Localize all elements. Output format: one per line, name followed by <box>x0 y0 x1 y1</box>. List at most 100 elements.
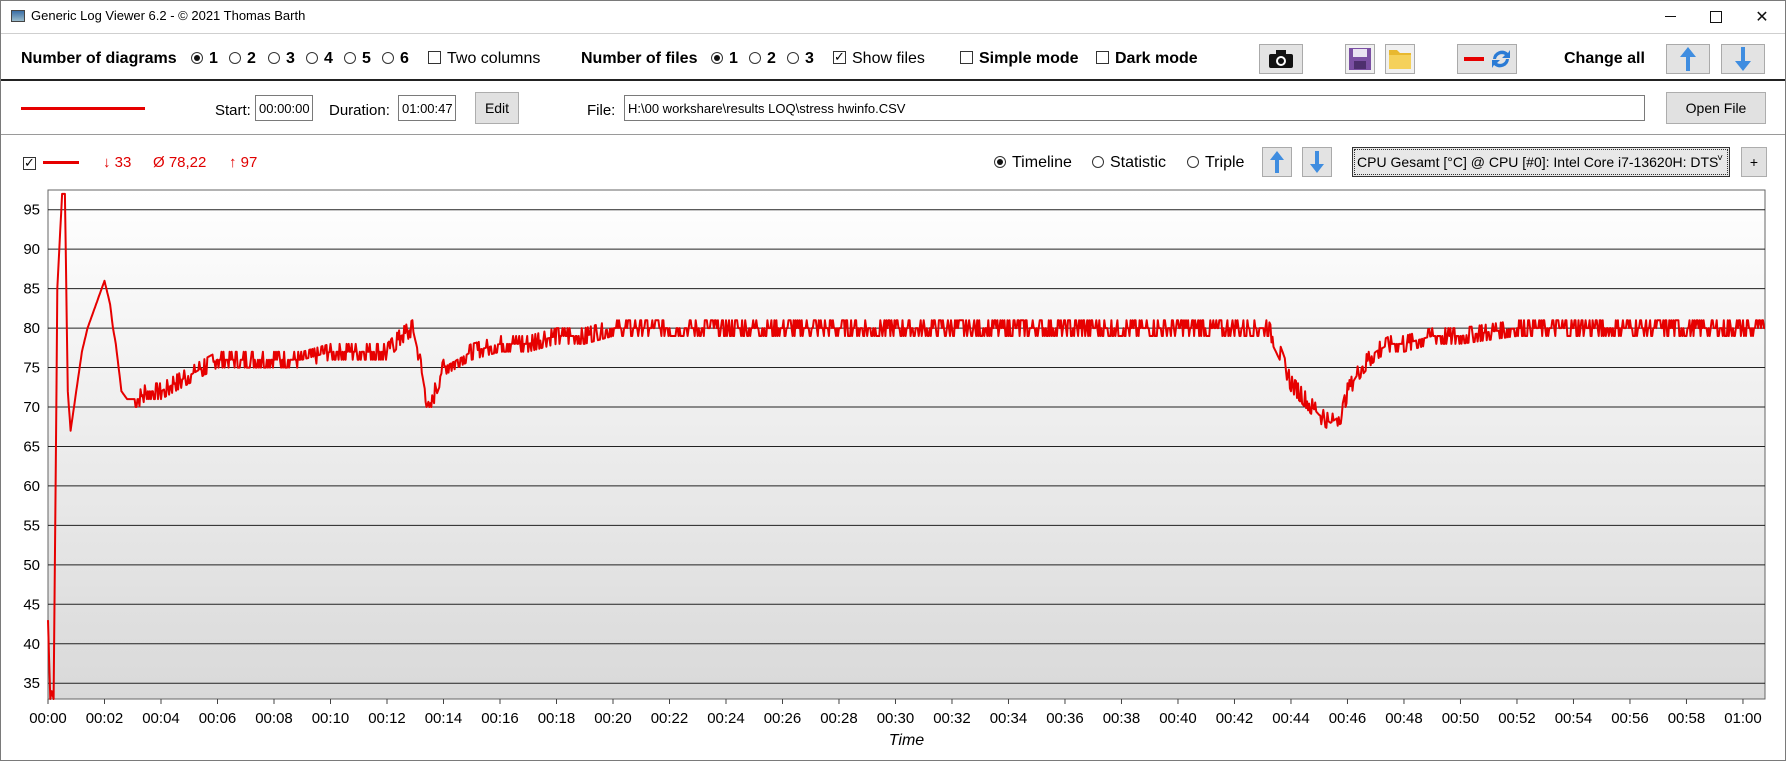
diagram-up-button[interactable] <box>1262 147 1292 177</box>
show-files-checkbox[interactable]: Show files <box>833 49 925 68</box>
save-button[interactable] <box>1345 44 1375 74</box>
radio-icon <box>1187 156 1199 168</box>
checkbox-icon <box>833 49 846 65</box>
diagram-down-button[interactable] <box>1302 147 1332 177</box>
minimize-button[interactable] <box>1647 1 1693 32</box>
diagrams-radio-4[interactable]: 4 <box>306 50 333 68</box>
chevron-down-icon: ˅ <box>1717 153 1723 164</box>
checkbox-icon <box>23 155 36 171</box>
x-axis-title: Time <box>889 732 925 749</box>
radio-icon <box>749 52 761 64</box>
radio-icon <box>1092 156 1104 168</box>
sensor-select-value: CPU Gesamt [°C] @ CPU [#0]: Intel Core i… <box>1357 154 1719 170</box>
checkbox-icon <box>1096 51 1109 64</box>
duration-input[interactable]: 01:00:47 <box>398 95 456 121</box>
checkbox-icon <box>960 51 973 64</box>
file-path-input[interactable]: H:\00 workshare\results LOQ\stress hwinf… <box>624 95 1645 121</box>
start-input[interactable]: 00:00:00 <box>255 95 313 121</box>
diagrams-radio-6[interactable]: 6 <box>382 50 409 68</box>
num-files-label: Number of files <box>581 50 698 67</box>
files-radio-3[interactable]: 3 <box>787 50 814 68</box>
y-tick-label: 90 <box>23 241 40 258</box>
arrow-up-icon <box>1680 47 1696 71</box>
y-tick-label: 55 <box>23 517 40 534</box>
diagrams-radio-3[interactable]: 3 <box>268 50 295 68</box>
timeline-chart: 35 40 45 50 55 60 65 70 75 80 85 90 95 00:00 00:02 00:… <box>1 187 1786 762</box>
diagrams-radio-2[interactable]: 2 <box>229 50 256 68</box>
y-tick-label: 45 <box>23 596 40 613</box>
view-radio-triple[interactable]: Triple <box>1187 154 1244 172</box>
view-radio-timeline[interactable]: Timeline <box>994 154 1072 172</box>
file-row: Start: 00:00:00 Duration: 01:00:47 Edit … <box>1 83 1785 135</box>
series-line-style[interactable] <box>43 161 79 164</box>
x-tick-label: 00:16 <box>481 710 519 727</box>
x-tick-label: 00:40 <box>1159 710 1197 727</box>
x-tick-label: 00:32 <box>933 710 971 727</box>
toolbar: Number of diagrams 1 2 3 4 5 6 Two colum… <box>1 33 1785 81</box>
diagrams-radio-1[interactable]: 1 <box>191 50 218 68</box>
y-axis: 35 40 45 50 55 60 65 70 75 80 85 90 95 <box>23 202 40 692</box>
y-tick-label: 75 <box>23 360 40 377</box>
screenshot-button[interactable] <box>1259 44 1303 74</box>
window-title: Generic Log Viewer 6.2 - © 2021 Thomas B… <box>31 8 306 23</box>
move-up-all-button[interactable] <box>1666 44 1710 74</box>
radio-icon <box>994 156 1006 168</box>
x-tick-label: 00:36 <box>1046 710 1084 727</box>
file-label: File: <box>587 102 616 119</box>
x-tick-label: 00:50 <box>1442 710 1480 727</box>
maximize-button[interactable] <box>1693 1 1739 32</box>
y-tick-label: 35 <box>23 675 40 692</box>
app-icon <box>11 10 25 22</box>
open-folder-button[interactable] <box>1385 44 1415 74</box>
radio-icon <box>382 52 394 64</box>
arrow-down-icon <box>1735 47 1751 71</box>
open-file-button[interactable]: Open File <box>1666 92 1766 124</box>
avg-value: Ø 78,22 <box>153 154 207 171</box>
x-tick-label: 00:18 <box>538 710 576 727</box>
add-series-button[interactable]: + <box>1741 147 1767 177</box>
x-tick-label: 00:14 <box>425 710 463 727</box>
x-tick-label: 00:56 <box>1611 710 1649 727</box>
y-tick-label: 95 <box>23 202 40 219</box>
x-tick-label: 00:42 <box>1216 710 1254 727</box>
simple-mode-checkbox[interactable]: Simple mode <box>960 50 1079 68</box>
y-tick-label: 60 <box>23 478 40 495</box>
move-down-all-button[interactable] <box>1721 44 1765 74</box>
x-tick-label: 00:08 <box>255 710 293 727</box>
x-tick-label: 00:52 <box>1498 710 1536 727</box>
x-tick-label: 00:12 <box>368 710 406 727</box>
file-line-style[interactable] <box>21 107 145 110</box>
radio-icon <box>191 52 203 64</box>
x-tick-label: 00:06 <box>199 710 237 727</box>
close-button[interactable]: ✕ <box>1739 1 1785 32</box>
x-tick-label: 00:34 <box>990 710 1028 727</box>
view-radio-statistic[interactable]: Statistic <box>1092 154 1166 172</box>
sensor-select[interactable]: CPU Gesamt [°C] @ CPU [#0]: Intel Core i… <box>1352 147 1730 177</box>
diagrams-radio-5[interactable]: 5 <box>344 50 371 68</box>
two-columns-checkbox[interactable]: Two columns <box>428 50 540 68</box>
x-tick-label: 00:44 <box>1272 710 1310 727</box>
arrow-up-icon <box>1270 151 1284 173</box>
change-all-label: Change all <box>1564 50 1645 67</box>
checkbox-icon <box>428 51 441 64</box>
files-radio-2[interactable]: 2 <box>749 50 776 68</box>
x-tick-label: 00:04 <box>142 710 180 727</box>
radio-icon <box>787 52 799 64</box>
x-tick-label: 00:54 <box>1555 710 1593 727</box>
min-value: ↓ 33 <box>103 154 132 171</box>
x-tick-label: 01:00 <box>1724 710 1762 727</box>
x-tick-label: 00:30 <box>877 710 915 727</box>
dark-mode-checkbox[interactable]: Dark mode <box>1096 50 1198 68</box>
x-tick-label: 00:26 <box>764 710 802 727</box>
edit-button[interactable]: Edit <box>475 92 519 124</box>
y-tick-label: 85 <box>23 281 40 298</box>
radio-icon <box>268 52 280 64</box>
y-tick-label: 70 <box>23 399 40 416</box>
max-value: ↑ 97 <box>229 154 258 171</box>
line-style-refresh-button[interactable] <box>1457 44 1517 74</box>
diagram-header: ↓ 33 Ø 78,22 ↑ 97 Timeline Statistic Tri… <box>1 137 1785 187</box>
camera-icon <box>1269 50 1293 68</box>
series-visible-checkbox[interactable] <box>23 155 42 174</box>
files-radio-1[interactable]: 1 <box>711 50 738 68</box>
y-tick-label: 80 <box>23 320 40 337</box>
